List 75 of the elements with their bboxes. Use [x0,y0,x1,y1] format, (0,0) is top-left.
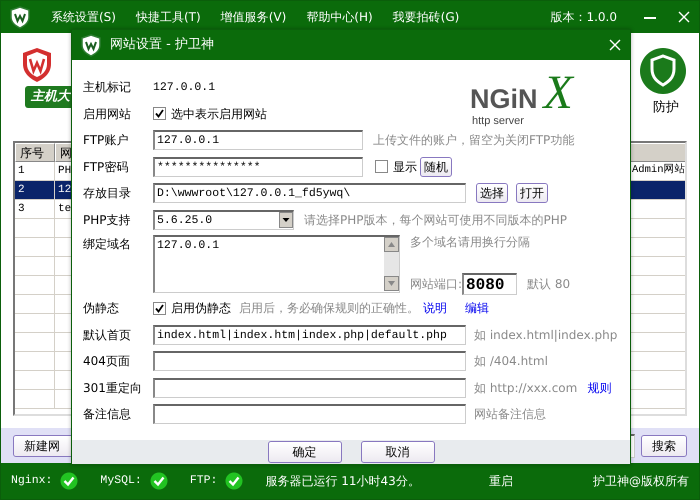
service-label: Nginx: [11,473,52,490]
checkbox-label[interactable]: 启用伪静态 [171,299,231,318]
dialog-title: 网站设置 - 护卫神 [110,36,214,54]
field-label: 404页面 [83,353,131,370]
field-label: 主机标记 [83,79,132,96]
input-field[interactable]: D:\wwwroot\127.0.0.1_fd5ywq\ [153,183,466,204]
checkbox[interactable] [153,302,166,315]
copyright-text: 护卫神@版权所有 [593,473,689,490]
menu-item[interactable]: 快捷工具(T) [136,8,201,26]
check-mark-icon [155,304,164,313]
input-field[interactable] [153,404,466,424]
input-field[interactable]: index.html|index.htm|index.php|default.php [153,324,466,345]
shield-logo-icon [21,47,53,83]
value-text: 127.0.0.1 [153,80,216,96]
textarea-field[interactable]: 127.0.0.1 [153,235,400,293]
table-cell [629,181,685,200]
feature-label: 防护 [653,99,679,117]
column-header[interactable]: 序号 [15,143,55,162]
field-label: 绑定域名 [83,236,132,253]
hint-text: 如 /404.html [474,353,548,370]
hint-text: 多个域名请用换行分隔 [410,234,531,251]
port-default-text: 默认 80 [527,276,570,293]
search-button[interactable]: 搜索 [641,434,687,456]
column-header[interactable] [629,143,685,162]
rules-link[interactable]: 规则 [587,378,612,397]
menu-item[interactable]: 增值服务(V) [220,8,286,26]
help-link[interactable]: 编辑 [465,299,489,318]
field-label: 默认首页 [83,326,132,344]
field-label: 伪静态 [83,300,120,318]
field-label: FTP账户 [83,132,130,150]
port-label: 网站端口: [410,276,462,293]
service-label: MySQL: [100,473,142,490]
dropdown[interactable]: 5.6.25.0 [153,210,294,230]
checkbox[interactable] [375,160,388,174]
table-cell[interactable]: 2 [15,181,55,200]
hint-text: 网站备注信息 [474,406,546,424]
close-icon[interactable] [677,10,691,24]
app-logo-icon [80,34,102,56]
close-icon[interactable] [608,38,622,52]
service-label: FTP: [190,473,218,490]
cancel-button[interactable]: 取消 [360,441,434,463]
menu-item[interactable]: 系统设置(S) [51,8,116,26]
input-field[interactable] [153,351,466,372]
field-label: 存放目录 [83,185,132,202]
help-link[interactable]: 说明 [423,299,447,318]
field-label: 备注信息 [83,406,132,424]
version-label: 版本：1.0.0 [550,9,617,26]
menu-item[interactable]: 我要拍砖(G) [392,8,460,26]
field-label: FTP密码 [83,158,130,176]
input-field[interactable] [153,378,466,398]
checkbox[interactable] [153,107,166,120]
checkbox-label[interactable]: 选中表示启用网站 [171,104,267,123]
open-button[interactable]: 打开 [516,183,548,204]
hint-text: 如 http://xxx.com [474,380,578,397]
restart-link[interactable]: 重启 [489,472,513,490]
nginx-logo: NGiN X http server [470,68,600,130]
table-cell[interactable]: 3 [15,200,55,219]
select-button[interactable]: 选择 [476,183,508,204]
uptime-text: 服务器已运行 11小时43分。 [265,473,420,490]
app-logo-icon [9,6,31,28]
checkbox-label[interactable]: 显示 [393,158,417,176]
hint-text: 启用后，务必确保规则的正确性。 [239,300,419,318]
field-label: 启用网站 [83,106,132,123]
random-button[interactable]: 随机 [420,156,452,177]
port-field[interactable]: 8080 [462,273,518,295]
password-field[interactable]: *************** [153,156,363,177]
hint-text: 如 index.html|index.php [474,326,618,344]
scrollbar-drawing [384,237,399,291]
check-mark-icon [155,109,164,118]
ok-button[interactable]: 确定 [268,441,342,463]
shield-icon[interactable] [639,47,687,95]
field-label: 301重定向 [83,380,143,397]
hint-text: 上传文件的账户，留空为关闭FTP功能 [373,132,574,150]
input-field[interactable]: 127.0.0.1 [153,130,363,150]
menu-item[interactable]: 帮助中心(H) [306,8,373,26]
